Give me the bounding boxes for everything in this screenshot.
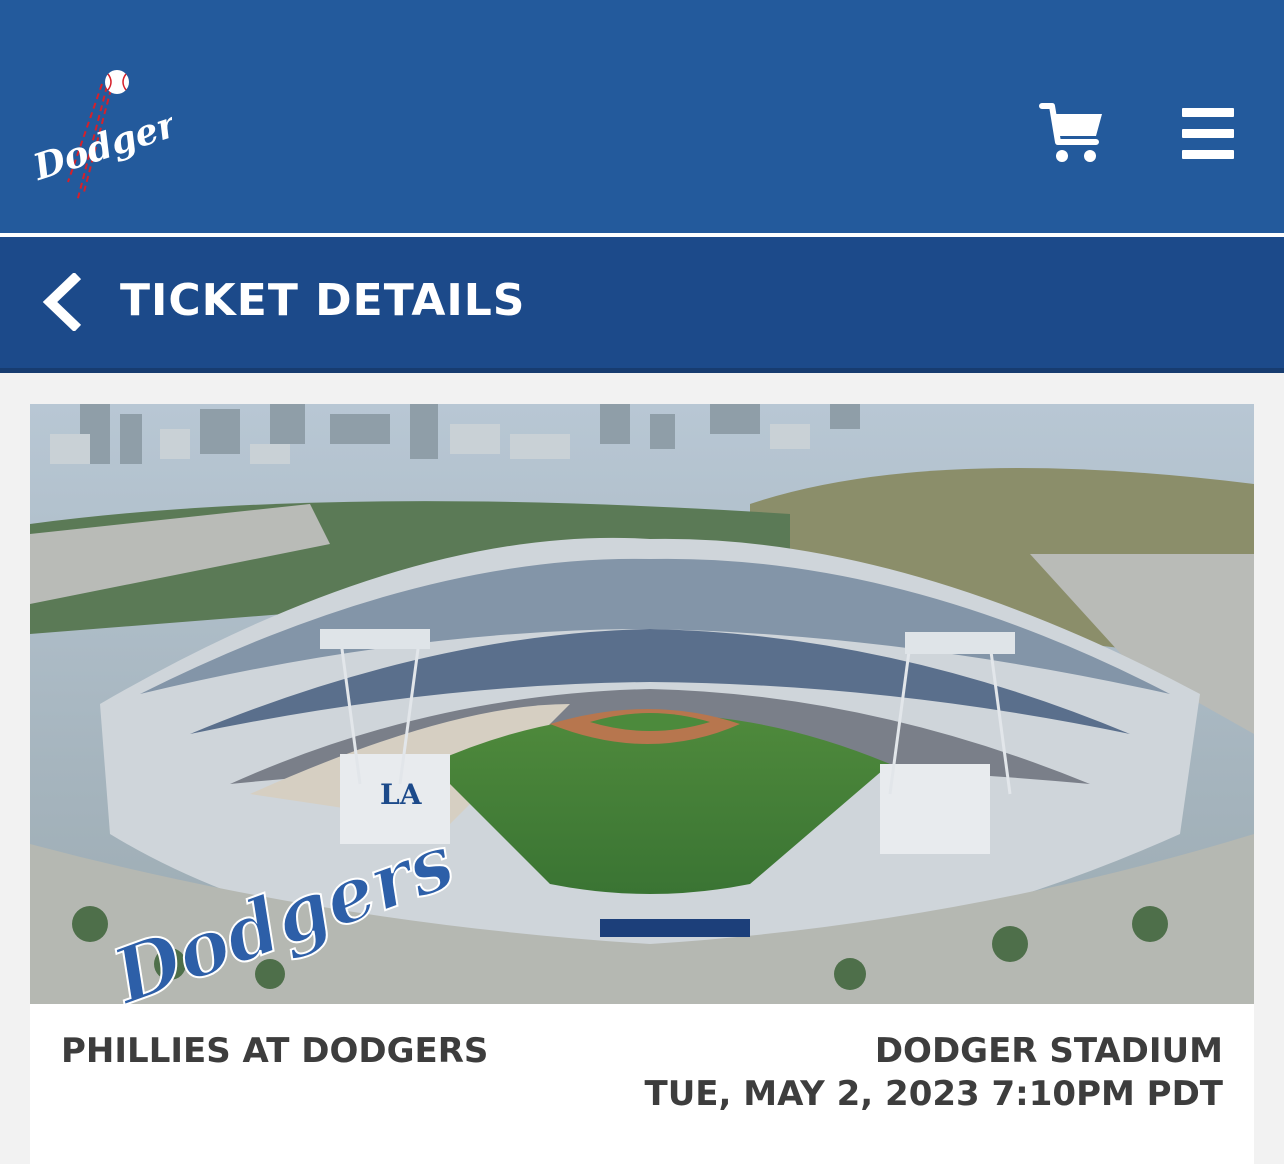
- hamburger-menu-button[interactable]: [1182, 108, 1236, 162]
- cart-icon: [1039, 103, 1102, 162]
- event-card: LA Dodgers PHILLIES AT DODGERS DODGER ST…: [30, 404, 1254, 1164]
- hamburger-menu-icon: [1182, 108, 1234, 117]
- back-button[interactable]: [40, 271, 84, 333]
- dodgers-logo[interactable]: Dodgers: [22, 64, 201, 204]
- chevron-left-icon: [42, 271, 82, 333]
- hamburger-menu-icon-bar: [1182, 129, 1234, 138]
- event-datetime: TUE, MAY 2, 2023 7:10PM PDT: [644, 1074, 1224, 1114]
- event-name: PHILLIES AT DODGERS: [61, 1031, 489, 1071]
- page-title: TICKET DETAILS: [120, 275, 526, 326]
- cart-button[interactable]: [1038, 100, 1108, 168]
- event-venue: DODGER STADIUM: [874, 1031, 1223, 1071]
- stadium-photo: LA Dodgers: [30, 404, 1254, 1004]
- hamburger-menu-icon-bar: [1182, 150, 1234, 159]
